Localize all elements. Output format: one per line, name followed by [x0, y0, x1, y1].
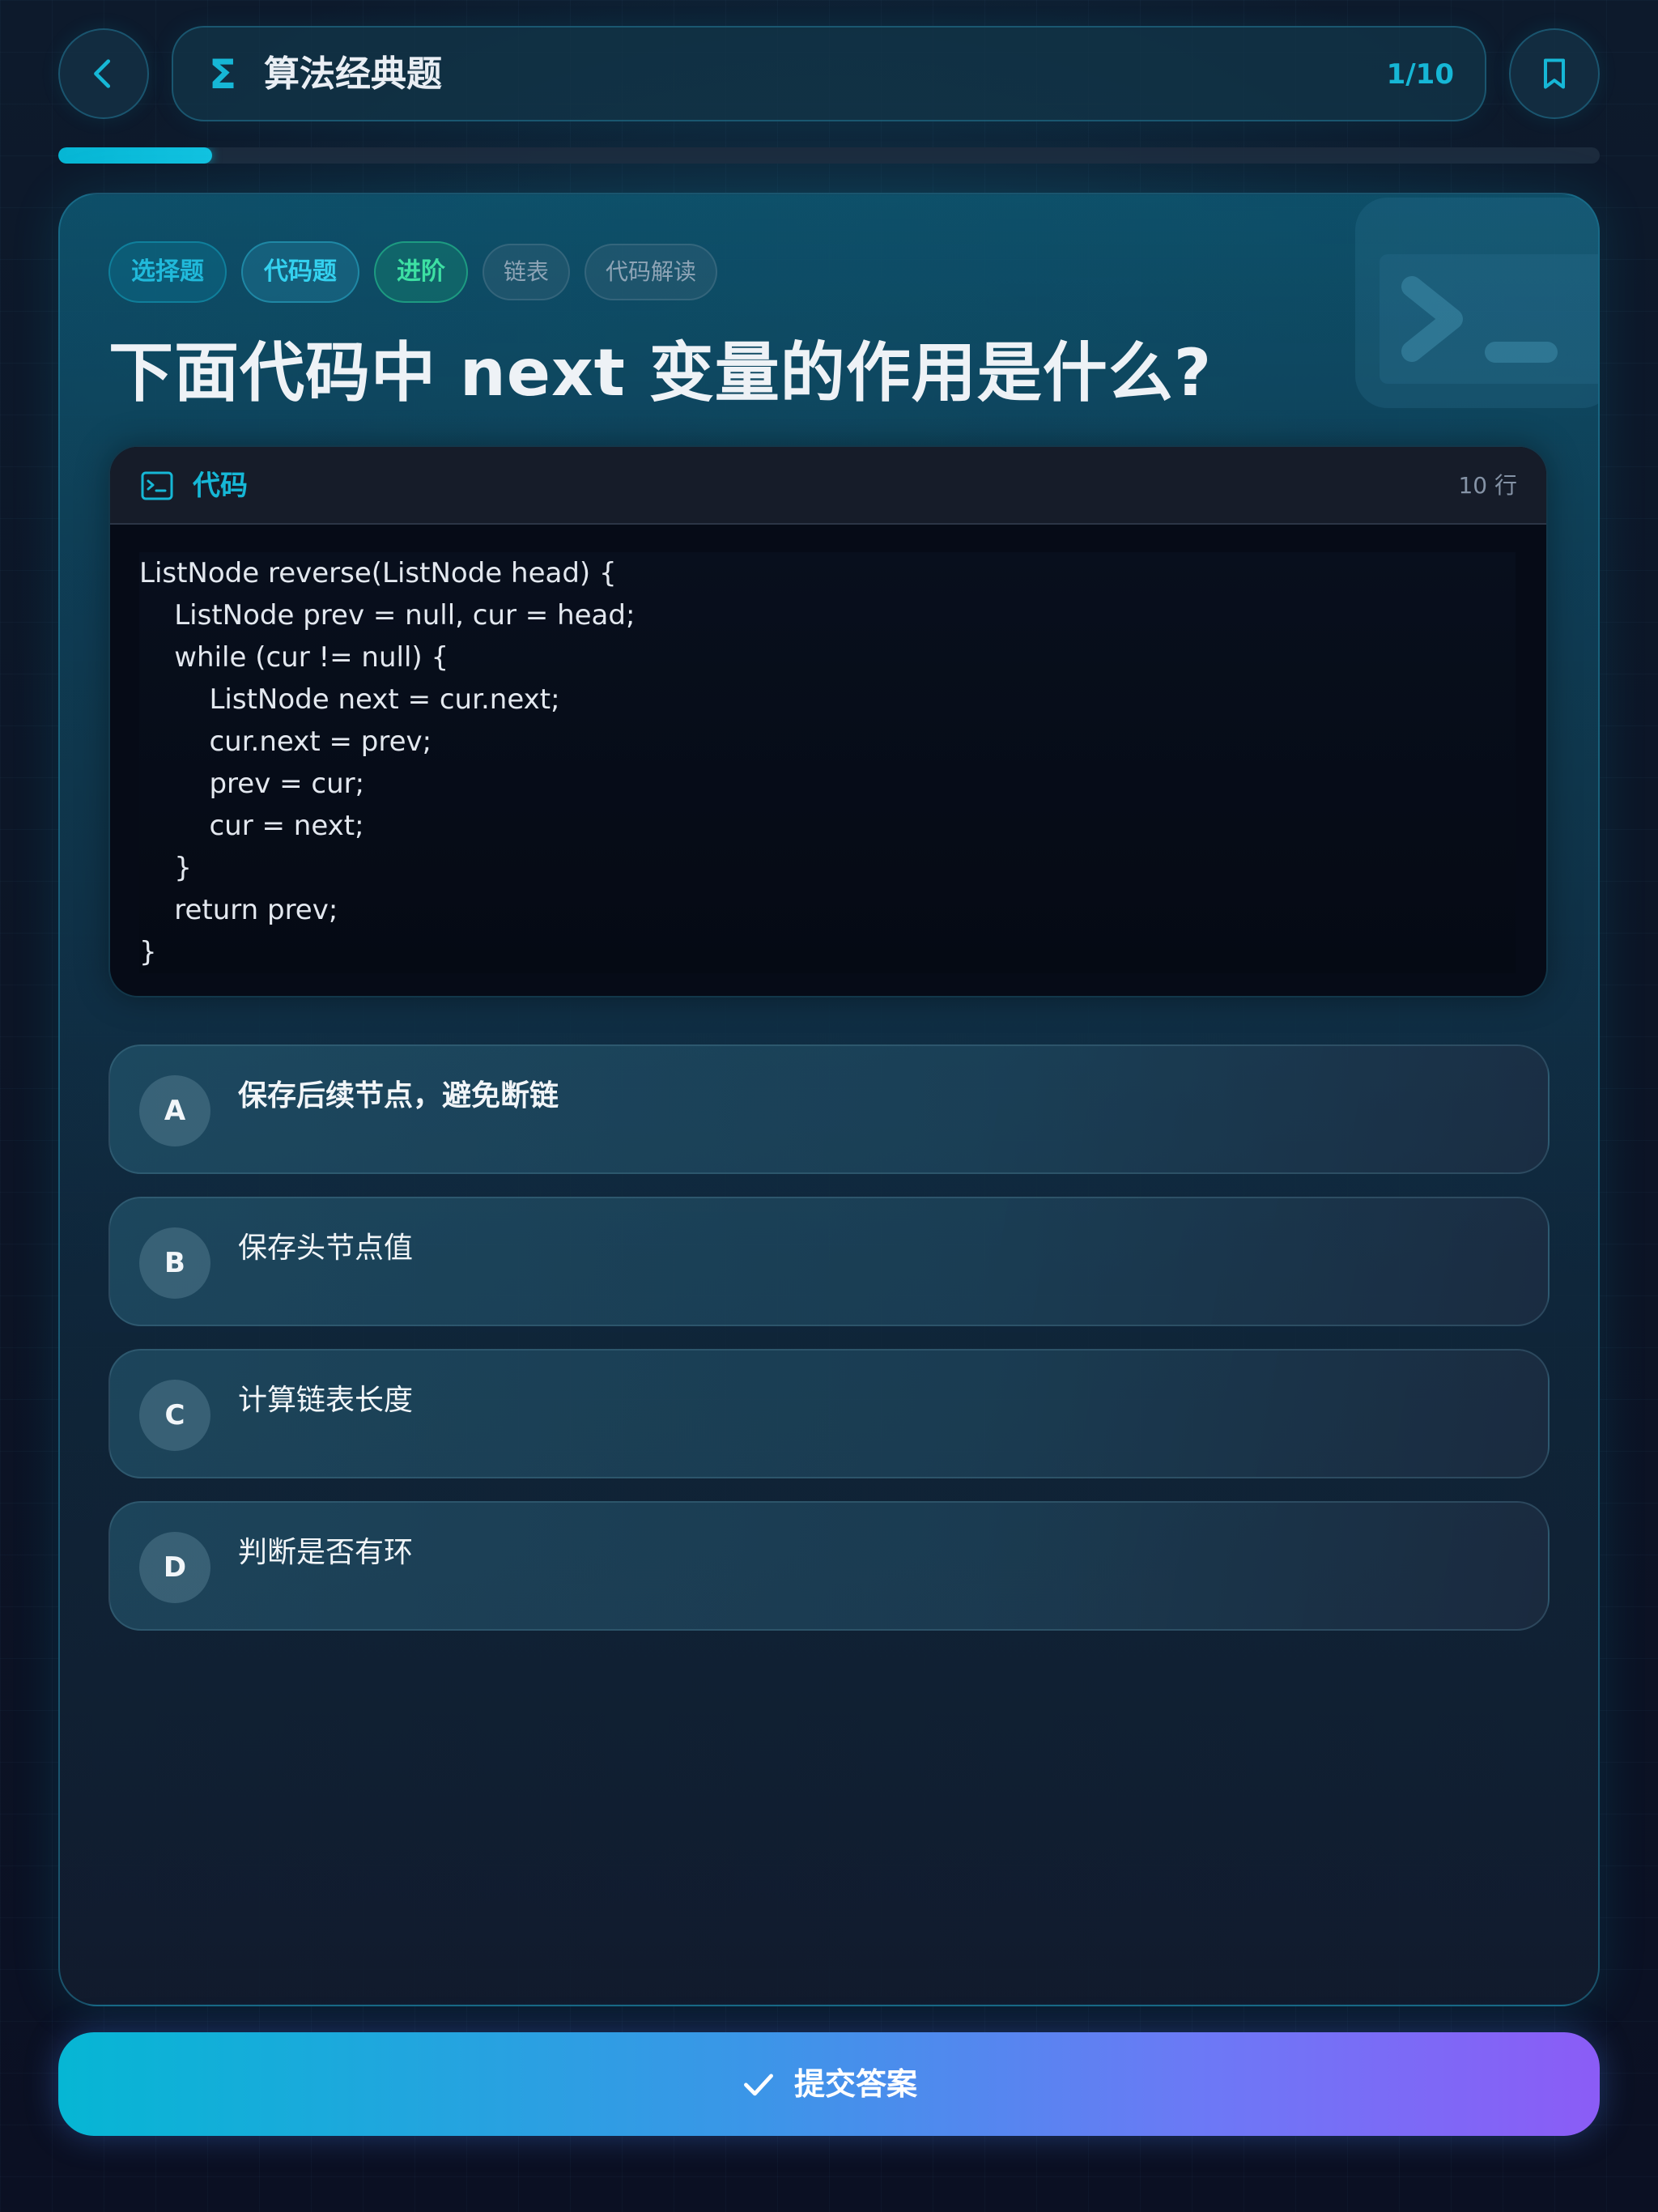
question-text: 下面代码中 next 变量的作用是什么? — [108, 335, 1213, 410]
code-header: 代码 10 行 — [110, 447, 1546, 525]
bookmark-icon — [1543, 58, 1566, 89]
code-line: cur.next = prev; — [139, 725, 432, 758]
progress-fill — [58, 147, 213, 164]
option-d[interactable]: D 判断是否有环 — [108, 1501, 1550, 1631]
bookmark-button[interactable] — [1509, 28, 1600, 119]
quiz-page: Σ 算法经典题 1/10 选择题 代码题 进阶 链表 代码解读 下面代码中 ne… — [0, 0, 1658, 2212]
chevron-left-icon — [94, 59, 111, 88]
header: Σ 算法经典题 1/10 — [58, 26, 1600, 121]
code-line: cur = next; — [139, 810, 364, 842]
code-line: } — [139, 852, 192, 884]
line-count: 10 行 — [1458, 472, 1517, 499]
submit-answer-button[interactable]: 提交答案 — [58, 2032, 1600, 2136]
code-line: ListNode prev = null, cur = head; — [139, 599, 636, 632]
option-text: 保存头节点值 — [238, 1231, 414, 1265]
tag-topic-code-reading: 代码解读 — [585, 244, 718, 300]
question-counter: 1/10 — [1386, 58, 1454, 91]
option-key: C — [139, 1380, 210, 1451]
code-line: prev = cur; — [139, 768, 365, 800]
tag-code-question: 代码题 — [241, 241, 359, 303]
submit-label: 提交答案 — [793, 2066, 917, 2102]
code-line: } — [139, 936, 157, 968]
option-text: 判断是否有环 — [238, 1536, 414, 1569]
code-line: while (cur != null) { — [139, 641, 449, 674]
tag-difficulty: 进阶 — [374, 241, 468, 303]
code-line: ListNode reverse(ListNode head) { — [139, 557, 617, 589]
check-icon — [744, 2074, 773, 2096]
code-line: ListNode next = cur.next; — [139, 683, 560, 716]
terminal-icon — [141, 471, 173, 500]
option-text: 保存后续节点，避免断链 — [238, 1079, 559, 1112]
option-key: B — [139, 1227, 210, 1299]
option-key: D — [139, 1532, 210, 1603]
code-label: 代码 — [193, 470, 248, 502]
option-key: A — [139, 1075, 210, 1146]
code-block: 代码 10 行 ListNode reverse(ListNode head) … — [108, 445, 1548, 998]
tag-question-type: 选择题 — [108, 241, 227, 303]
code-body: ListNode reverse(ListNode head) { ListNo… — [139, 552, 1516, 973]
tag-list: 选择题 代码题 进阶 链表 代码解读 — [108, 241, 718, 303]
question-card: 选择题 代码题 进阶 链表 代码解读 下面代码中 next 变量的作用是什么? … — [58, 193, 1600, 2006]
sigma-icon: Σ — [209, 51, 237, 98]
option-c[interactable]: C 计算链表长度 — [108, 1349, 1550, 1478]
code-line: return prev; — [139, 894, 338, 926]
option-b[interactable]: B 保存头节点值 — [108, 1197, 1550, 1326]
back-button[interactable] — [58, 28, 149, 119]
option-text: 计算链表长度 — [238, 1384, 414, 1417]
progress-bar — [58, 147, 1600, 164]
page-title: 算法经典题 — [264, 53, 442, 95]
tag-topic-linked-list: 链表 — [483, 244, 571, 300]
title-bar: Σ 算法经典题 1/10 — [172, 26, 1486, 121]
option-a[interactable]: A 保存后续节点，避免断链 — [108, 1044, 1550, 1174]
